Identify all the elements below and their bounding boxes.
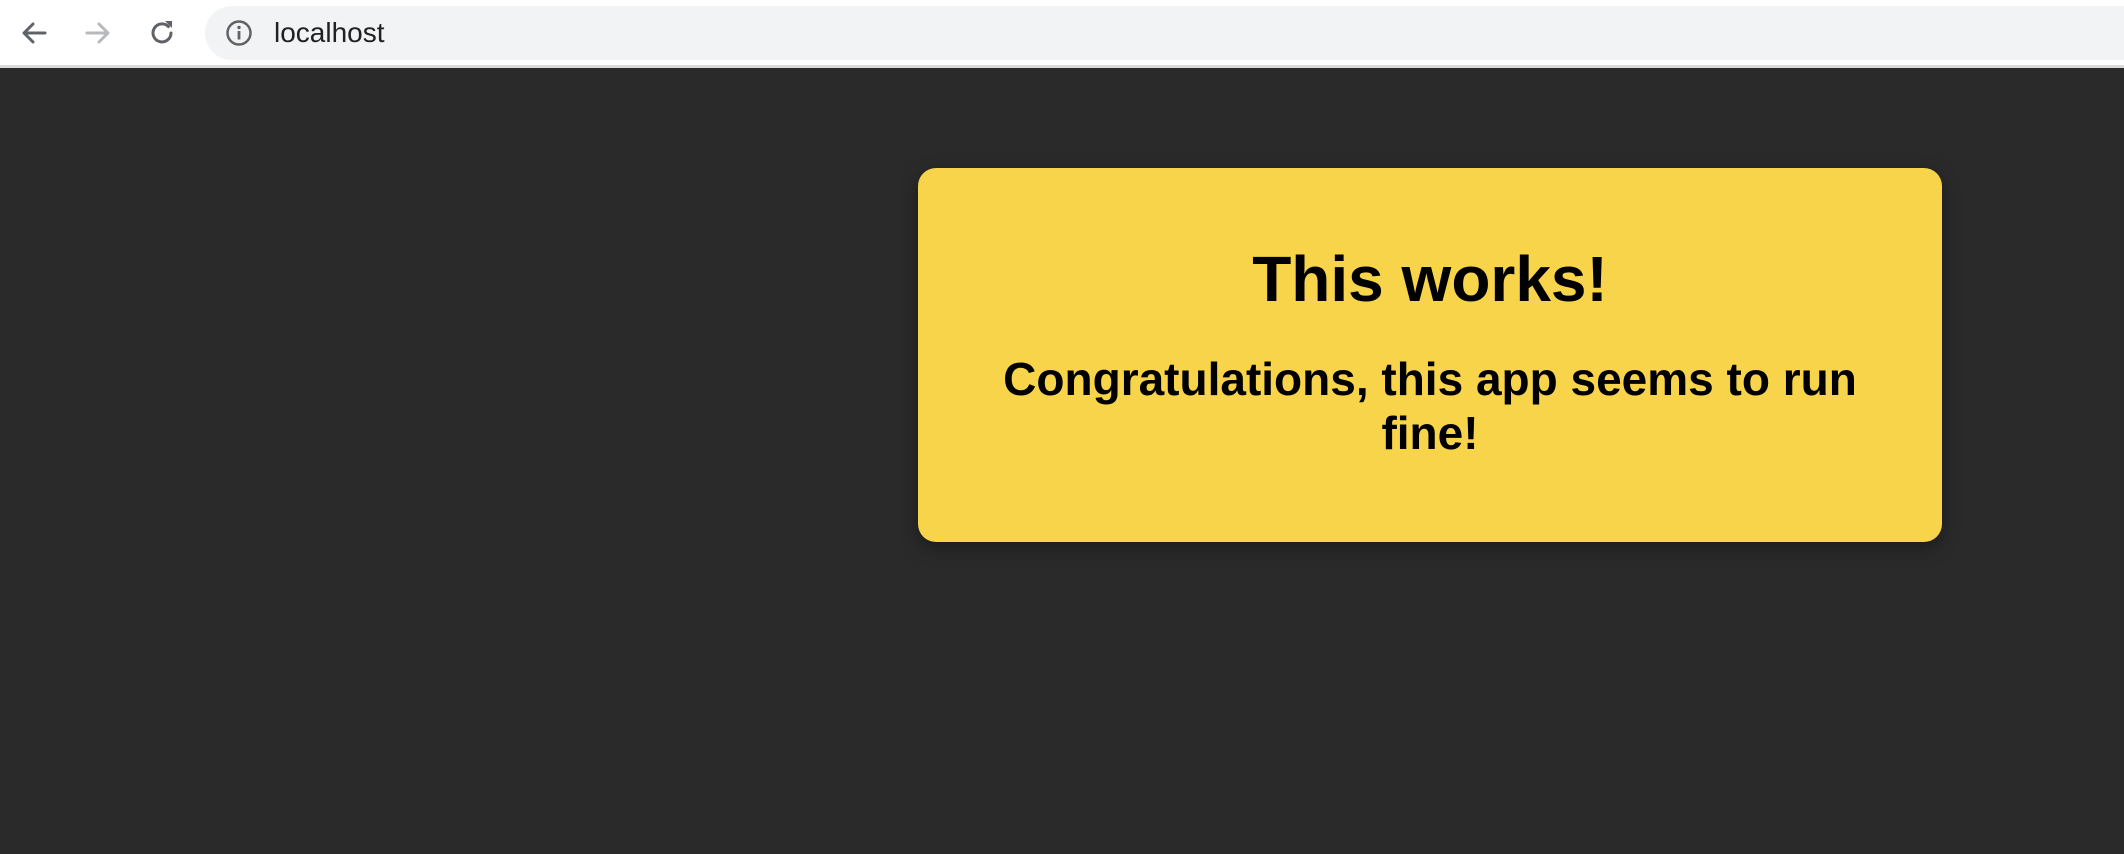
arrow-right-icon: [82, 17, 114, 49]
forward-button[interactable]: [75, 10, 121, 56]
info-circle-icon[interactable]: [225, 19, 253, 47]
card-message: Congratulations, this app seems to run f…: [1003, 353, 1857, 459]
card-title: This works!: [1252, 243, 1608, 315]
page-viewport: This works! Congratulations, this app se…: [0, 71, 2124, 854]
reload-button[interactable]: [139, 10, 185, 56]
reload-icon: [146, 17, 178, 49]
back-button[interactable]: [11, 10, 57, 56]
url-text[interactable]: localhost: [274, 6, 385, 60]
browser-toolbar: localhost: [0, 0, 2124, 68]
success-card: This works! Congratulations, this app se…: [918, 168, 1942, 542]
address-bar[interactable]: localhost: [205, 6, 2124, 60]
arrow-left-icon: [18, 17, 50, 49]
